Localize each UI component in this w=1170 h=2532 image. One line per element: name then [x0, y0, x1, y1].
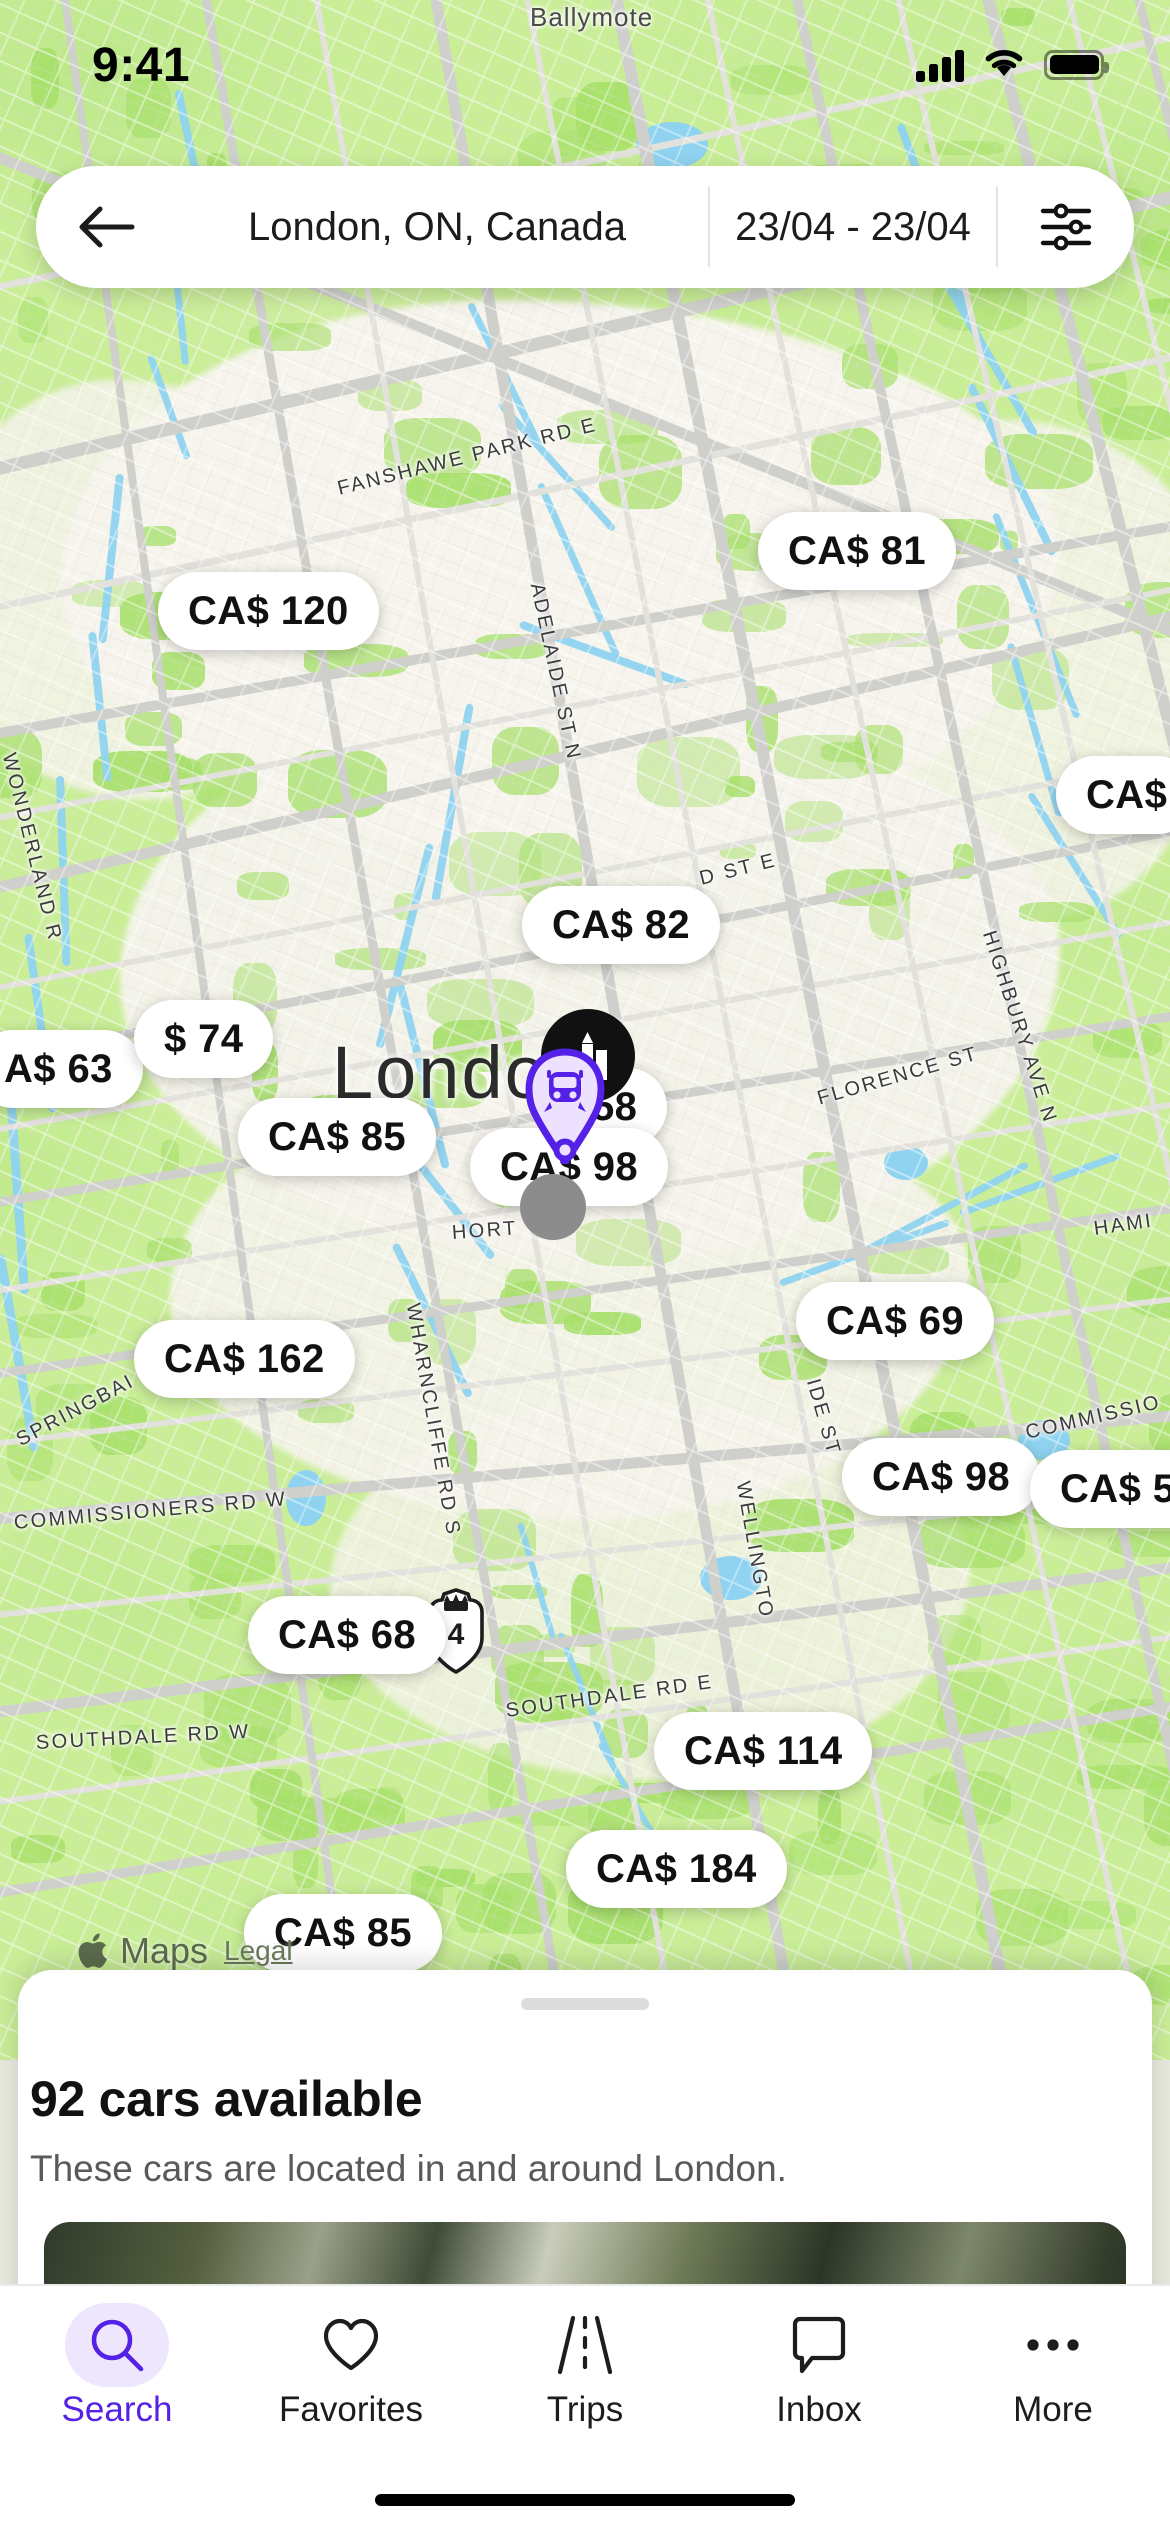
app-screen: Ballymote FANSHAWE PARK RD E ADELAIDE ST N… [0, 0, 1170, 2532]
home-indicator [375, 2494, 795, 2506]
ellipsis-icon [936, 2308, 1170, 2382]
transit-train-pin-icon[interactable] [519, 1046, 611, 1166]
price-pin[interactable]: CA$ 162 [134, 1320, 355, 1398]
price-pin[interactable]: CA$ 69 [796, 1282, 995, 1360]
search-icon [0, 2303, 234, 2387]
location-field[interactable]: London, ON, Canada [176, 166, 708, 288]
price-pin[interactable]: CA$ 184 [566, 1830, 787, 1908]
tab-inbox[interactable]: Inbox [702, 2286, 936, 2472]
apple-maps-logo: Maps [78, 1930, 208, 1972]
poi-dot-icon [520, 1174, 586, 1240]
price-pin[interactable]: CA$ 58 [1030, 1450, 1170, 1528]
price-pin[interactable]: CA$ 98 [842, 1438, 1041, 1516]
apple-maps-label: Maps [120, 1930, 209, 1971]
legal-link[interactable]: Legal [224, 1935, 293, 1967]
filter-sliders-icon [1040, 203, 1092, 251]
tab-search[interactable]: Search [0, 2286, 234, 2472]
price-pin[interactable]: $ 74 [134, 1000, 274, 1078]
price-pin[interactable]: CA$ 81 [758, 512, 957, 590]
tab-label: Inbox [776, 2390, 862, 2429]
sheet-drag-handle[interactable] [521, 1998, 649, 2010]
price-pin[interactable]: CA$ 68 [248, 1596, 447, 1674]
tab-label: More [1013, 2390, 1093, 2429]
map-attribution: Maps Legal [78, 1930, 293, 1972]
heart-icon [234, 2308, 468, 2382]
tab-more[interactable]: More [936, 2286, 1170, 2472]
price-pin[interactable]: CA$ 82 [522, 886, 721, 964]
dates-field[interactable]: 23/04 - 23/04 [710, 166, 996, 288]
map-canvas[interactable]: Ballymote FANSHAWE PARK RD E ADELAIDE ST N… [0, 0, 1170, 2060]
price-pin[interactable]: CA$ 85 [238, 1098, 437, 1176]
price-pin[interactable]: A$ 63 [0, 1030, 143, 1108]
results-count-title: 92 cars available [30, 2071, 423, 2127]
svg-text:4: 4 [448, 1618, 465, 1651]
chat-bubble-icon [702, 2308, 936, 2382]
tab-trips[interactable]: Trips [468, 2286, 702, 2472]
apple-logo-icon [78, 1933, 107, 1968]
tab-label: Search [61, 2390, 173, 2429]
tab-label: Trips [546, 2390, 624, 2429]
tab-favorites[interactable]: Favorites [234, 2286, 468, 2472]
back-arrow-icon [79, 206, 135, 248]
location-value: London, ON, Canada [247, 204, 627, 249]
tab-label: Favorites [279, 2390, 423, 2429]
results-subtitle: These cars are located in and around Lon… [30, 2148, 787, 2189]
road-icon [468, 2308, 702, 2382]
search-header-bar: London, ON, Canada 23/04 - 23/04 [36, 166, 1134, 288]
price-pin[interactable]: CA$ 120 [158, 572, 379, 650]
back-button[interactable] [36, 166, 176, 288]
dates-value: 23/04 - 23/04 [735, 204, 971, 249]
price-pin[interactable]: CA$ [1056, 756, 1170, 834]
price-pin[interactable]: CA$ 114 [654, 1712, 873, 1790]
filter-button[interactable] [998, 166, 1134, 288]
